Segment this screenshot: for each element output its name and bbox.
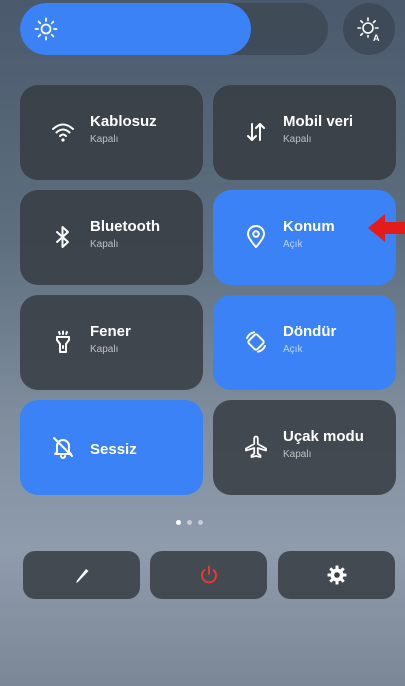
page-dot-active [176, 520, 181, 525]
mobile-data-icon [247, 123, 265, 141]
bluetooth-icon [56, 226, 69, 248]
tile-flashlight[interactable]: Fener Kapalı [20, 295, 203, 390]
power-button[interactable] [150, 551, 267, 599]
page-indicator [176, 518, 226, 526]
location-icon [247, 225, 265, 248]
tile-bluetooth[interactable]: Bluetooth Kapalı [20, 190, 203, 285]
airplane-icon [245, 435, 267, 458]
tile-location-status: Açık [283, 239, 303, 250]
auto-brightness-icon: A [357, 17, 380, 42]
tile-mobile-data-status: Kapalı [283, 134, 312, 145]
quick-settings-panel: A Kablosuz Kapalı Mobil veri Kapalı Blue… [0, 0, 405, 686]
tile-airplane[interactable]: Uçak modu Kapalı [213, 400, 396, 495]
svg-text:A: A [373, 33, 380, 42]
tile-mobile-data[interactable]: Mobil veri Kapalı [213, 85, 396, 180]
page-dot [198, 520, 203, 525]
tile-rotate-title: Döndür [283, 323, 337, 340]
tile-wifi-status: Kapalı [90, 134, 119, 145]
tile-flashlight-title: Fener [90, 323, 131, 340]
edit-button[interactable] [23, 551, 140, 599]
tile-silent-title: Sessiz [90, 441, 137, 458]
tile-wifi[interactable]: Kablosuz Kapalı [20, 85, 203, 180]
tile-silent[interactable]: Sessiz [20, 400, 203, 495]
brightness-slider[interactable] [20, 3, 328, 55]
wifi-icon [52, 123, 74, 142]
tile-bluetooth-status: Kapalı [90, 239, 119, 250]
tile-airplane-title: Uçak modu [283, 428, 364, 445]
tile-airplane-status: Kapalı [283, 449, 312, 460]
tile-wifi-title: Kablosuz [90, 113, 157, 130]
power-icon [200, 565, 217, 584]
page-dot [187, 520, 192, 525]
tile-location-title: Konum [283, 218, 335, 235]
tile-flashlight-status: Kapalı [90, 344, 119, 355]
auto-brightness-button[interactable]: A [343, 3, 395, 55]
settings-gear-icon [327, 565, 346, 585]
tile-rotate-status: Açık [283, 344, 303, 355]
tile-mobile-data-title: Mobil veri [283, 113, 354, 130]
red-arrow-pointer-icon [368, 214, 405, 242]
tile-rotate[interactable]: Döndür Açık [213, 295, 396, 390]
settings-button[interactable] [278, 551, 395, 599]
sun-icon [34, 17, 58, 41]
flashlight-icon [56, 330, 70, 353]
mute-bell-icon [53, 437, 73, 459]
tile-bluetooth-title: Bluetooth [90, 218, 160, 235]
edit-pencil-icon [75, 569, 88, 583]
rotate-icon [246, 331, 266, 353]
